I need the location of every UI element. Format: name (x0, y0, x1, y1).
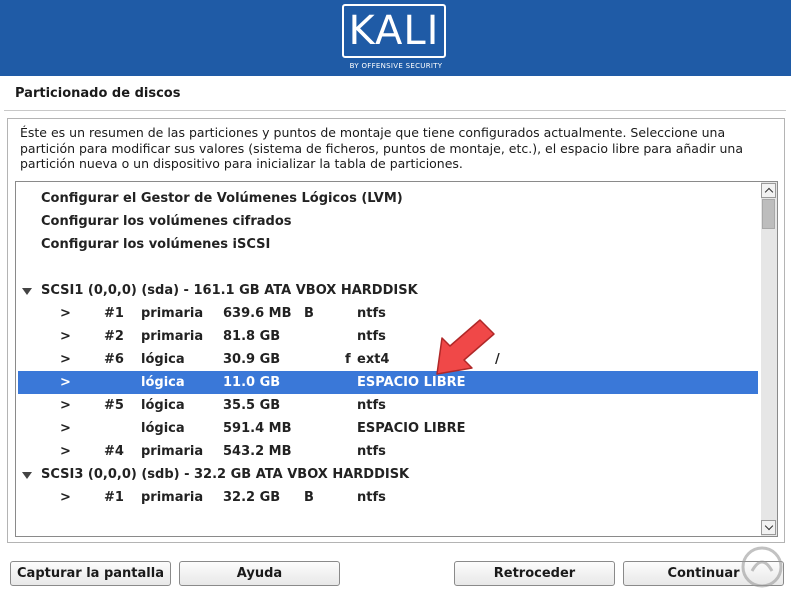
partition-size: 81.8 GB (223, 329, 281, 344)
partition-number: #4 (104, 444, 124, 459)
partition-row[interactable]: > #5 lógica 35.5 GB ntfs (18, 394, 758, 417)
option-encrypted[interactable]: Configurar los volúmenes cifrados (18, 210, 758, 233)
partition-number: #2 (104, 329, 124, 344)
description: Éste es un resumen de las particiones y … (20, 125, 760, 172)
partition-type: primaria (141, 306, 204, 321)
partition-size: 591.4 MB (223, 421, 292, 436)
disk-row-sda[interactable]: SCSI1 (0,0,0) (sda) - 161.1 GB ATA VBOX … (18, 279, 758, 302)
partition-fs: ESPACIO LIBRE (357, 421, 466, 436)
partition-size: 639.6 MB (223, 306, 292, 321)
logo-text: KALI (342, 4, 446, 58)
partition-row-selected[interactable]: > lógica 11.0 GB ESPACIO LIBRE (18, 371, 758, 394)
partition-number: #1 (104, 306, 124, 321)
description-line: Éste es un resumen de las particiones y … (20, 125, 726, 140)
row-arrow: > (60, 352, 71, 367)
partition-size: 30.9 GB (223, 352, 281, 367)
disk-label: SCSI3 (0,0,0) (sdb) - 32.2 GB ATA VBOX H… (41, 467, 410, 482)
partition-type: primaria (141, 329, 204, 344)
row-arrow: > (60, 375, 71, 390)
title-separator (4, 110, 786, 111)
option-lvm[interactable]: Configurar el Gestor de Volúmenes Lógico… (18, 187, 758, 210)
partition-size: 543.2 MB (223, 444, 292, 459)
logo-subtitle: BY OFFENSIVE SECURITY (349, 62, 443, 70)
back-button[interactable]: Retroceder (454, 561, 615, 586)
partition-type: lógica (141, 421, 185, 436)
partition-number: #5 (104, 398, 124, 413)
partition-fs: ntfs (357, 398, 386, 413)
partition-row[interactable]: > #6 lógica 30.9 GB f ext4 / (18, 348, 758, 371)
header-banner: KALI BY OFFENSIVE SECURITY (0, 0, 791, 76)
expand-triangle-icon[interactable] (22, 288, 32, 295)
page-title: Particionado de discos (15, 86, 181, 101)
row-arrow: > (60, 421, 71, 436)
partition-size: 35.5 GB (223, 398, 281, 413)
partition-row[interactable]: > #4 primaria 543.2 MB ntfs (18, 440, 758, 463)
option-iscsi[interactable]: Configurar los volúmenes iSCSI (18, 233, 758, 256)
partition-type: primaria (141, 490, 204, 505)
partition-type: primaria (141, 444, 204, 459)
description-line: partición para modificar sus valores (si… (20, 140, 743, 156)
screenshot-button[interactable]: Capturar la pantalla (10, 561, 171, 586)
option-label: Configurar los volúmenes cifrados (41, 214, 292, 229)
partition-fs: ntfs (357, 306, 386, 321)
disk-label: SCSI1 (0,0,0) (sda) - 161.1 GB ATA VBOX … (41, 283, 418, 298)
row-arrow: > (60, 490, 71, 505)
partition-type: lógica (141, 352, 185, 367)
partition-flag: B (304, 306, 314, 321)
watermark-logo-icon (741, 546, 783, 588)
row-arrow: > (60, 306, 71, 321)
option-label: Configurar el Gestor de Volúmenes Lógico… (41, 191, 403, 206)
partition-number: #1 (104, 490, 124, 505)
partition-fs: ext4 (357, 352, 390, 367)
partition-row[interactable]: > lógica 591.4 MB ESPACIO LIBRE (18, 417, 758, 440)
chevron-down-icon (764, 521, 774, 531)
help-button[interactable]: Ayuda (179, 561, 340, 586)
kali-logo: KALI BY OFFENSIVE SECURITY (340, 4, 452, 72)
description-line: partición nueva o un dispositivo para in… (20, 156, 463, 171)
list-scrollbar[interactable] (761, 182, 777, 536)
partition-fs: ntfs (357, 444, 386, 459)
partition-size: 32.2 GB (223, 490, 281, 505)
row-arrow: > (60, 329, 71, 344)
partition-flag: B (304, 490, 314, 505)
scroll-up-button[interactable] (761, 183, 776, 198)
option-label: Configurar los volúmenes iSCSI (41, 237, 271, 252)
scroll-down-button[interactable] (761, 520, 776, 535)
scroll-thumb[interactable] (762, 199, 775, 229)
partition-row[interactable]: > #1 primaria 639.6 MB B ntfs (18, 302, 758, 325)
chevron-up-icon (764, 187, 774, 197)
row-arrow: > (60, 444, 71, 459)
partition-fs: ntfs (357, 329, 386, 344)
partition-type: lógica (141, 375, 185, 390)
row-arrow: > (60, 398, 71, 413)
partition-format-flag: f (345, 352, 351, 367)
annotation-arrow-icon (436, 319, 495, 375)
partition-size: 11.0 GB (223, 375, 281, 390)
partition-fs: ntfs (357, 490, 386, 505)
partition-type: lógica (141, 398, 185, 413)
disk-row-sdb[interactable]: SCSI3 (0,0,0) (sdb) - 32.2 GB ATA VBOX H… (18, 463, 758, 486)
partition-row[interactable]: > #2 primaria 81.8 GB ntfs (18, 325, 758, 348)
partition-number: #6 (104, 352, 124, 367)
expand-triangle-icon[interactable] (22, 472, 32, 479)
partition-list[interactable]: Configurar el Gestor de Volúmenes Lógico… (15, 181, 778, 537)
partition-row[interactable]: > #1 primaria 32.2 GB B ntfs (18, 486, 758, 509)
